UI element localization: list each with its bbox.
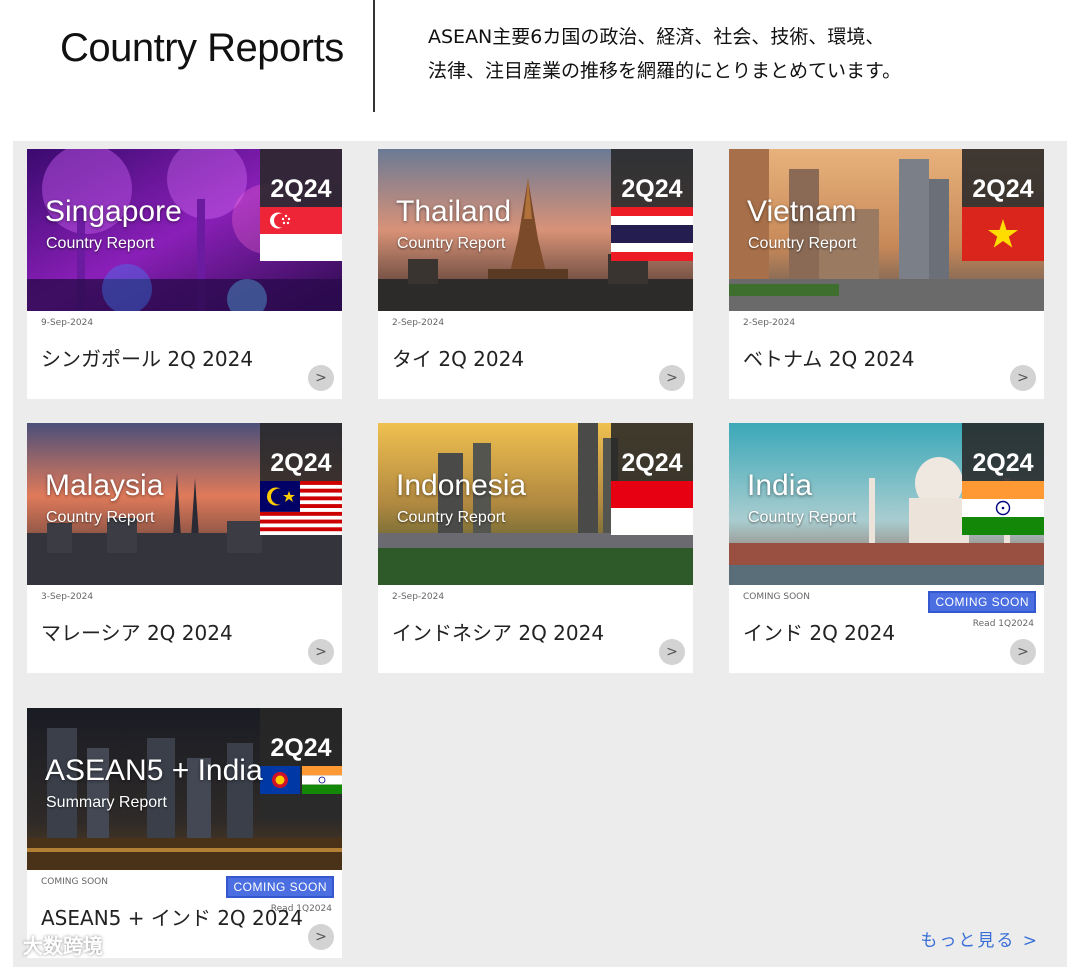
card-info: COMING SOON COMING SOON Read 1Q2024 インド … xyxy=(729,585,1044,673)
report-card-thailand[interactable]: 2Q24 Thailand Country Report 2-Sep-2024 … xyxy=(378,149,693,399)
report-card-singapore[interactable]: 2Q24 Singapore Country Report 9-Sep-2024… xyxy=(27,149,342,399)
report-subtitle: Country Report xyxy=(397,509,506,526)
country-label: Thailand xyxy=(396,195,512,228)
publish-date: 2-Sep-2024 xyxy=(743,318,796,328)
page-header: Country Reports ASEAN主要6カ国の政治、経済、社会、技術、環… xyxy=(0,0,1080,140)
chevron-right-icon[interactable]: > xyxy=(1010,365,1036,391)
report-title[interactable]: インドネシア 2Q 2024 xyxy=(392,617,604,646)
report-subtitle: Country Report xyxy=(748,509,857,526)
thailand-flag-icon xyxy=(611,207,693,261)
report-card-malaysia[interactable]: 2Q24 Malaysia Country Report 3-Sep-2024 xyxy=(27,423,342,673)
indonesia-flag-icon xyxy=(611,481,693,535)
description-line-1: ASEAN主要6カ国の政治、経済、社会、技術、環境、 xyxy=(428,26,885,48)
report-card-indonesia[interactable]: 2Q24 Indonesia Country Report 2-Sep-2024… xyxy=(378,423,693,673)
report-title[interactable]: インド 2Q 2024 xyxy=(743,617,895,646)
chevron-right-icon[interactable]: > xyxy=(659,365,685,391)
report-subtitle: Country Report xyxy=(46,235,155,252)
report-thumbnail[interactable]: 2Q24 India Country Report xyxy=(729,423,1044,585)
watermark-logo: 大数跨境 xyxy=(23,934,103,958)
description-line-2: 法律、注目産業の推移を網羅的にとりまとめています。 xyxy=(428,60,902,82)
publish-date: 9-Sep-2024 xyxy=(41,318,94,328)
report-subtitle: Country Report xyxy=(46,509,155,526)
country-label: ASEAN5 + India xyxy=(45,754,263,787)
report-thumbnail[interactable]: 2Q24 Singapore Country Report xyxy=(27,149,342,311)
card-info: 2-Sep-2024 タイ 2Q 2024 > xyxy=(378,311,693,399)
report-subtitle: Summary Report xyxy=(46,794,167,811)
publish-date: 2-Sep-2024 xyxy=(392,592,445,602)
country-label: Singapore xyxy=(45,195,182,228)
report-card-asean5-india[interactable]: 2Q24 ASEAN5 + India Summary Report COMIN… xyxy=(27,708,342,958)
report-subtitle: Country Report xyxy=(397,235,506,252)
asean-india-flags-icon xyxy=(260,766,342,820)
report-title[interactable]: タイ 2Q 2024 xyxy=(392,343,524,372)
report-thumbnail[interactable]: 2Q24 Thailand Country Report xyxy=(378,149,693,311)
chevron-right-icon[interactable]: > xyxy=(308,924,334,950)
publish-date: 2-Sep-2024 xyxy=(392,318,445,328)
read-previous-link[interactable]: Read 1Q2024 xyxy=(973,619,1034,629)
coming-soon-badge: COMING SOON xyxy=(928,591,1036,613)
report-thumbnail[interactable]: 2Q24 Indonesia Country Report xyxy=(378,423,693,585)
report-title[interactable]: マレーシア 2Q 2024 xyxy=(41,617,233,646)
see-more-link[interactable]: もっと見る > xyxy=(920,926,1039,951)
chevron-right-icon[interactable]: > xyxy=(659,639,685,665)
page-description: ASEAN主要6カ国の政治、経済、社会、技術、環境、 法律、注目産業の推移を網羅… xyxy=(428,20,1028,88)
coming-soon-badge: COMING SOON xyxy=(226,876,334,898)
publish-date: COMING SOON xyxy=(41,877,108,887)
country-label: Malaysia xyxy=(45,469,164,502)
singapore-flag-icon xyxy=(260,207,342,261)
card-info: 9-Sep-2024 シンガポール 2Q 2024 > xyxy=(27,311,342,399)
report-thumbnail[interactable]: 2Q24 Malaysia Country Report xyxy=(27,423,342,585)
publish-date: COMING SOON xyxy=(743,592,810,602)
report-card-india[interactable]: 2Q24 India Country Report COMING SOON CO… xyxy=(729,423,1044,673)
malaysia-flag-icon xyxy=(260,481,342,535)
card-info: 3-Sep-2024 マレーシア 2Q 2024 > xyxy=(27,585,342,673)
chevron-right-icon[interactable]: > xyxy=(308,365,334,391)
report-thumbnail[interactable]: 2Q24 ASEAN5 + India Summary Report xyxy=(27,708,342,870)
country-label: India xyxy=(747,469,813,502)
report-subtitle: Country Report xyxy=(748,235,857,252)
india-flag-icon xyxy=(962,481,1044,535)
page-title: Country Reports xyxy=(60,26,344,70)
country-label: Indonesia xyxy=(396,469,527,502)
report-title[interactable]: シンガポール 2Q 2024 xyxy=(41,343,253,372)
chevron-right-icon[interactable]: > xyxy=(1010,639,1036,665)
card-info: 2-Sep-2024 ベトナム 2Q 2024 > xyxy=(729,311,1044,399)
card-info: 2-Sep-2024 インドネシア 2Q 2024 > xyxy=(378,585,693,673)
chevron-right-icon[interactable]: > xyxy=(308,639,334,665)
header-divider xyxy=(373,0,375,112)
report-title[interactable]: ベトナム 2Q 2024 xyxy=(743,343,914,372)
report-thumbnail[interactable]: 2Q24 Vietnam Country Report xyxy=(729,149,1044,311)
vietnam-flag-icon xyxy=(962,207,1044,261)
report-card-vietnam[interactable]: 2Q24 Vietnam Country Report 2-Sep-2024 ベ… xyxy=(729,149,1044,399)
country-label: Vietnam xyxy=(747,195,857,228)
publish-date: 3-Sep-2024 xyxy=(41,592,94,602)
report-title[interactable]: ASEAN5 + インド 2Q 2024 xyxy=(41,902,303,931)
report-grid: 2Q24 Singapore Country Report 9-Sep-2024… xyxy=(13,141,1067,967)
